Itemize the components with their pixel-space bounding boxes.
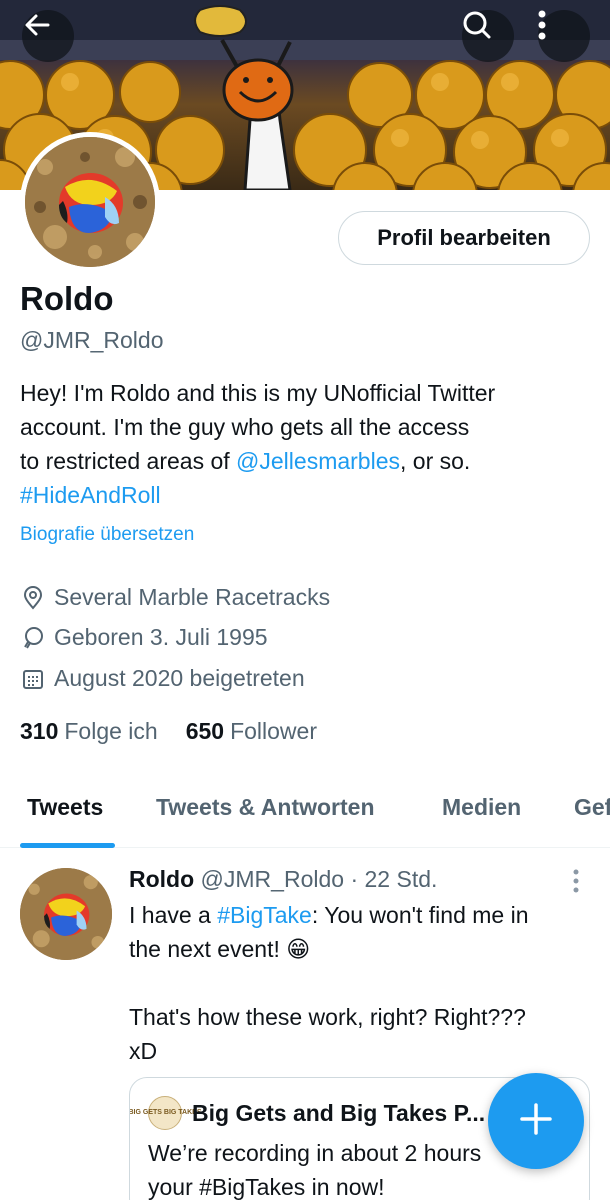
more-options-button[interactable] — [538, 10, 590, 62]
tab-tweets[interactable]: Tweets — [27, 794, 103, 821]
tweet-line: I have a #BigTake: You won't find me in — [129, 898, 589, 932]
more-vertical-icon — [566, 869, 586, 898]
tweet-line: That's how these work, right? Right??? — [129, 1004, 526, 1030]
bio-line: Hey! I'm Roldo and this is my UNofficial… — [20, 380, 496, 406]
mention-link[interactable]: @Jellesmarbles — [236, 448, 400, 474]
search-button[interactable] — [462, 10, 514, 62]
tab-likes[interactable]: Gef — [574, 794, 610, 821]
profile-avatar[interactable] — [20, 132, 160, 272]
marble-avatar-image — [20, 868, 112, 960]
followers-label: Follower — [230, 718, 317, 744]
hashtag-link[interactable]: #BigTake — [217, 902, 312, 928]
quoted-tweet-header: BIG GETS BIG TAKES Big Gets and Big Take… — [130, 1096, 486, 1130]
tweet-text-part: I have a — [129, 902, 218, 928]
quoted-author-name: Big Gets and Big Takes P... — [192, 1099, 486, 1126]
compose-tweet-button[interactable] — [488, 1073, 584, 1169]
bio-line: to restricted areas of @Jellesmarbles, o… — [20, 444, 590, 478]
profile-name: Roldo — [20, 280, 114, 317]
quoted-tweet-text: We’re recording in about 2 hours your #B… — [148, 1136, 481, 1200]
back-button[interactable] — [22, 10, 74, 62]
quoted-line: We’re recording in about 2 hours — [148, 1140, 482, 1166]
bio-text: , or so. — [400, 448, 471, 474]
tweet-separator: · — [350, 866, 359, 892]
tweet-text-part: : You won't find me in — [311, 902, 529, 928]
tweet-line: xD — [129, 1038, 158, 1064]
quoted-author-avatar: BIG GETS BIG TAKES — [130, 1096, 202, 1130]
location-text: Several Marble Racetracks — [54, 584, 331, 610]
bio-line: account. I'm the guy who gets all the ac… — [20, 414, 470, 440]
tweet-text: I have a #BigTake: You won't find me in … — [129, 898, 589, 1068]
tweet-time[interactable]: 22 Std. — [365, 866, 438, 892]
tweet-author-name[interactable]: Roldo — [129, 866, 194, 892]
active-tab-indicator — [20, 843, 115, 848]
quoted-line: your #BigTakes in now! — [148, 1174, 385, 1200]
tab-tweets-replies[interactable]: Tweets & Antworten — [156, 794, 375, 821]
profile-bio: Hey! I'm Roldo and this is my UNofficial… — [20, 376, 590, 512]
location-pin-icon — [20, 585, 46, 611]
hashtag-link[interactable]: #HideAndRoll — [20, 478, 590, 512]
joined-row: August 2020 beigetreten — [20, 665, 305, 692]
follow-stats: 310 Folge ich 650 Follower — [20, 718, 317, 745]
location-row: Several Marble Racetracks — [20, 584, 330, 611]
tweet-author-avatar[interactable] — [20, 868, 112, 960]
birthday-row: Geboren 3. Juli 1995 — [20, 624, 268, 651]
following-label: Folge ich — [64, 718, 158, 744]
followers-count: 650 — [185, 718, 225, 744]
following-count: 310 — [20, 718, 59, 744]
tab-media[interactable]: Medien — [442, 794, 521, 821]
bio-text: to restricted areas of — [20, 448, 237, 474]
following-link[interactable]: 310 Folge ich — [20, 718, 158, 745]
tweet-line: the next event! 😁 — [129, 936, 311, 962]
joined-text: August 2020 beigetreten — [54, 665, 305, 691]
calendar-icon — [20, 666, 46, 692]
birthday-text: Geboren 3. Juli 1995 — [54, 624, 268, 650]
edit-profile-button[interactable]: Profil bearbeiten — [338, 211, 590, 265]
profile-tabs: Tweets Tweets & Antworten Medien Gef — [0, 770, 610, 848]
tweet-more-button[interactable] — [566, 868, 586, 894]
marble-avatar-image — [25, 137, 155, 267]
followers-link[interactable]: 650 Follower — [186, 718, 317, 745]
profile-handle: @JMR_Roldo — [20, 327, 164, 353]
plus-icon — [518, 1101, 554, 1142]
translate-bio-link[interactable]: Biografie übersetzen — [20, 524, 194, 546]
tweet-author-handle[interactable]: @JMR_Roldo — [201, 866, 345, 892]
balloon-icon — [20, 625, 46, 651]
tweet-header: Roldo @JMR_Roldo · 22 Std. — [129, 866, 437, 893]
